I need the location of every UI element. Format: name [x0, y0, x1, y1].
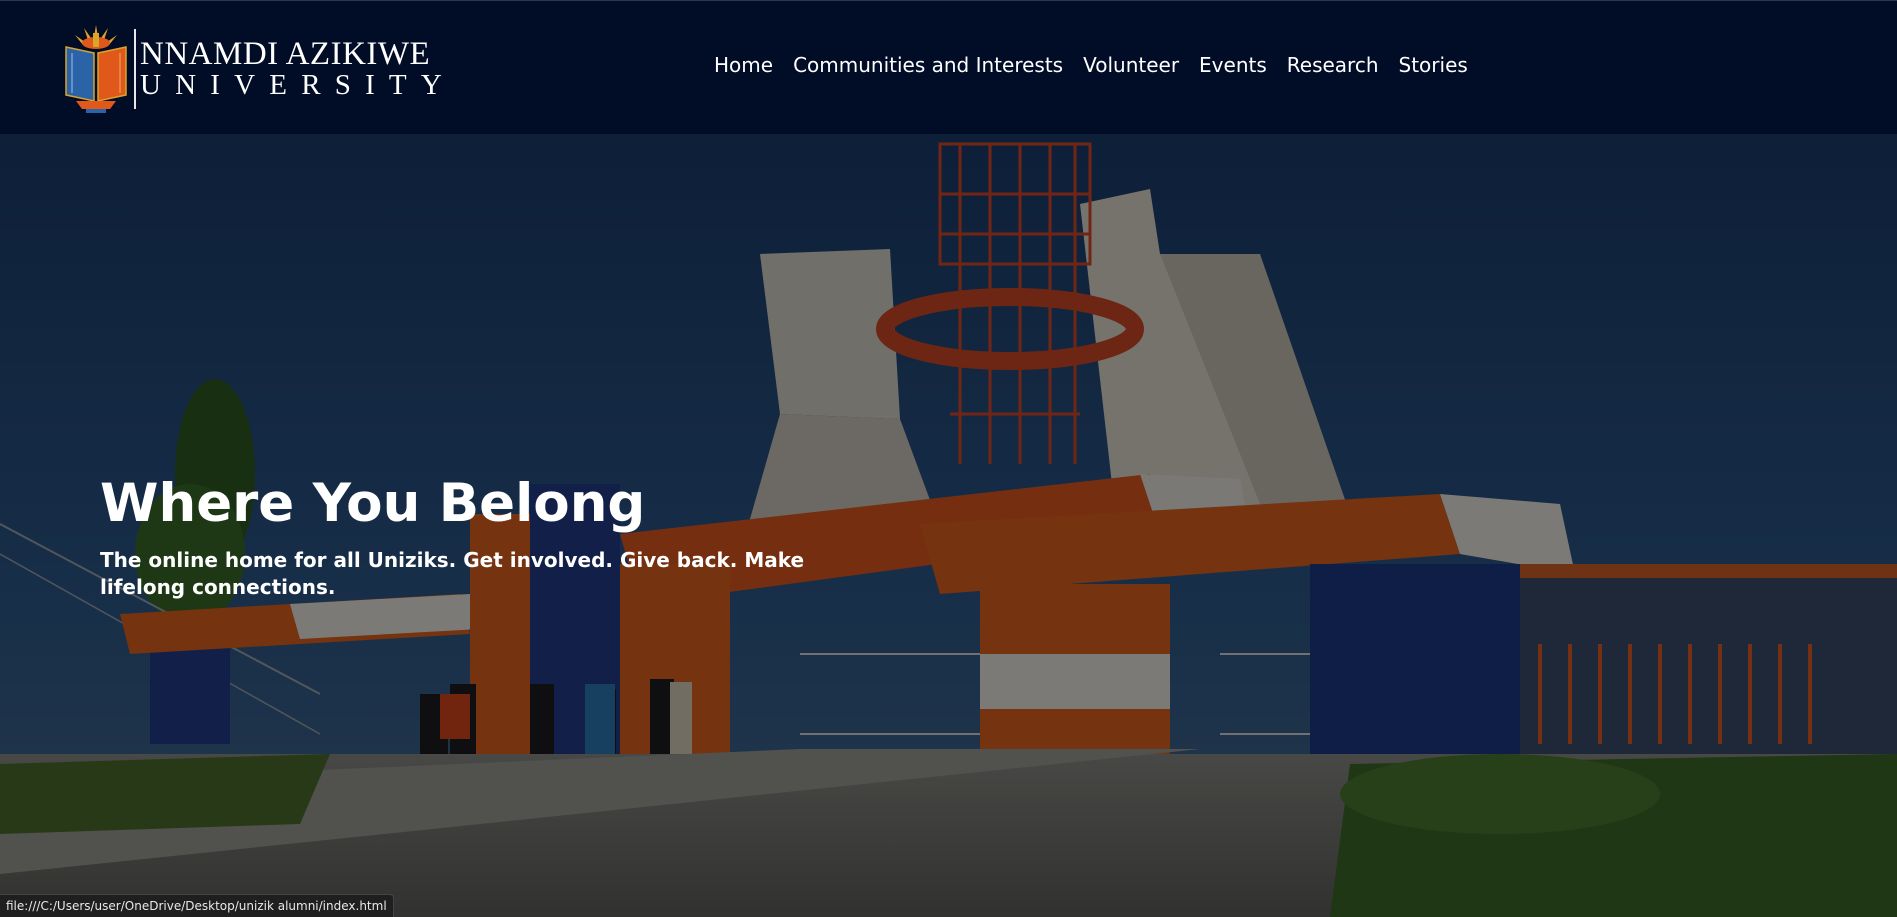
logo-wordmark: NNAMDI AZIKIWE UNIVERSITY: [140, 38, 456, 100]
page: NNAMDI AZIKIWE UNIVERSITY Home Communiti…: [0, 0, 1897, 917]
hero-subtitle: The online home for all Uniziks. Get inv…: [100, 547, 805, 599]
hero-section: Where You Belong The online home for all…: [0, 134, 1897, 917]
logo-name-line1: NNAMDI AZIKIWE: [140, 36, 431, 72]
logo-name-line2: UNIVERSITY: [140, 69, 456, 101]
nav-communities-and-interests[interactable]: Communities and Interests: [793, 53, 1063, 77]
browser-status-url: file:///C:/Users/user/OneDrive/Desktop/u…: [0, 894, 394, 917]
logo-divider: [134, 29, 136, 109]
nav-research[interactable]: Research: [1287, 53, 1379, 77]
main-nav: Home Communities and Interests Volunteer…: [714, 53, 1468, 77]
site-header: NNAMDI AZIKIWE UNIVERSITY Home Communiti…: [0, 0, 1897, 134]
nav-home[interactable]: Home: [714, 53, 773, 77]
nav-stories[interactable]: Stories: [1399, 53, 1468, 77]
university-crest-icon: [65, 25, 127, 113]
nav-volunteer[interactable]: Volunteer: [1083, 53, 1179, 77]
university-logo[interactable]: NNAMDI AZIKIWE UNIVERSITY: [60, 23, 456, 115]
nav-events[interactable]: Events: [1199, 53, 1267, 77]
hero-text-block: Where You Belong The online home for all…: [100, 473, 820, 601]
hero-title: Where You Belong: [100, 473, 646, 534]
